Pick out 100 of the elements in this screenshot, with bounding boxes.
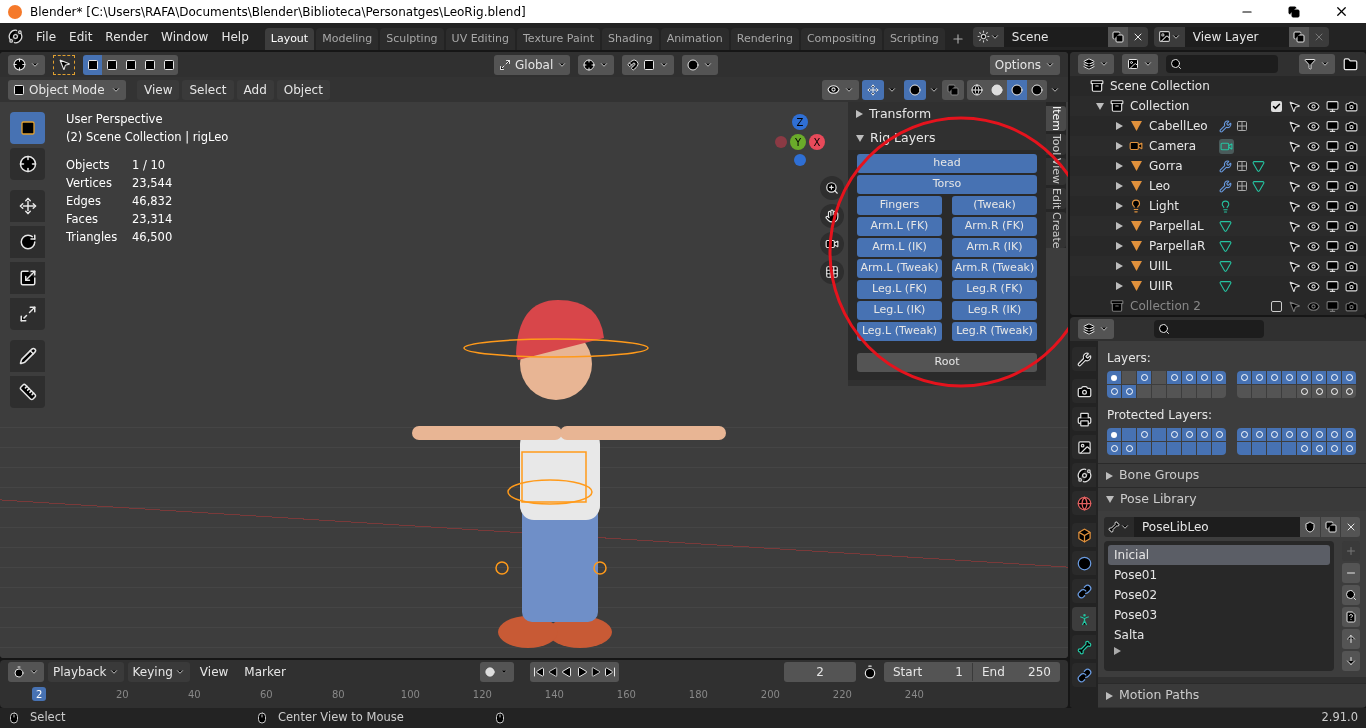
section-label: Layers: [1107, 350, 1152, 367]
rig-layer-button[interactable]: Arm.L (Tweak) [857, 259, 942, 278]
rig-layer-button[interactable]: Fingers [857, 196, 942, 215]
rig-layer-button[interactable]: Arm.R (Tweak) [952, 259, 1037, 278]
rig-layer-button[interactable]: Leg.L (FK) [857, 280, 942, 299]
x-axis-handle[interactable]: X [809, 134, 825, 150]
frame-number: 240 [903, 687, 925, 702]
rig-layer-button[interactable]: Arm.L (IK) [857, 238, 942, 257]
mode-dropdown[interactable]: Object Mode [8, 79, 126, 100]
rig-layer-button[interactable]: Arm.R (FK) [952, 217, 1037, 236]
view-name-label: User Perspective [66, 111, 164, 128]
workspace-tab[interactable]: Compositing [800, 28, 882, 50]
stat-value: 23,314 [132, 211, 173, 228]
stat-value: 46,500 [132, 229, 173, 246]
outliner-item[interactable]: UIIL [1149, 257, 1213, 275]
pose-library-name-field[interactable]: PoseLibLeo [1134, 517, 1300, 537]
stat-value: 46,832 [132, 193, 173, 210]
sidebar-tab[interactable]: Create [1046, 211, 1066, 249]
outliner-item[interactable]: Collection 2 [1130, 297, 1265, 315]
section-label: Protected Layers: [1107, 407, 1213, 424]
view-layer-name-field[interactable]: View Layer [1184, 26, 1289, 47]
stat-label: Triangles [66, 229, 119, 246]
viewport-menu-item[interactable]: Add [236, 79, 274, 100]
frame-number: 220 [831, 687, 853, 702]
outliner-item[interactable]: Light [1149, 197, 1213, 215]
rig-layer-button[interactable]: Arm.R (IK) [952, 238, 1037, 257]
pose-list-item[interactable]: Inicial [1108, 545, 1330, 565]
pose-list-item[interactable]: Pose01 [1108, 565, 1330, 585]
timeline-dropdown[interactable]: Playback [48, 662, 124, 682]
pose-list-item[interactable]: Pose02 [1108, 585, 1330, 605]
rig-layer-button[interactable]: Leg.R (IK) [952, 301, 1037, 320]
y-axis-handle[interactable]: Y [790, 134, 806, 150]
timeline-menu-item[interactable]: Marker [238, 663, 292, 681]
outliner-item[interactable]: UIIR [1149, 277, 1213, 295]
viewport-menu-item[interactable]: Object [276, 79, 330, 100]
outliner-item[interactable]: Collection [1130, 97, 1265, 115]
workspace-tab[interactable]: Modeling [316, 28, 379, 50]
rig-layer-button[interactable]: Leg.L (IK) [857, 301, 942, 320]
menu-item[interactable]: File [36, 27, 57, 46]
start-frame-field[interactable]: Start 1 [884, 663, 972, 681]
outliner-item[interactable]: ParpellaR [1149, 237, 1213, 255]
z-axis-handle[interactable]: Z [792, 114, 808, 130]
outliner-item[interactable]: Scene Collection [1110, 77, 1210, 95]
version-label: 2.91.0 [1321, 709, 1358, 727]
playhead-frame-label[interactable]: 2 [32, 687, 47, 701]
frame-number: 140 [543, 687, 565, 702]
sidebar-tab[interactable]: Edit [1046, 187, 1066, 209]
workspace-tab[interactable]: UV Editing [445, 28, 515, 50]
context-label: (2) Scene Collection | rigLeo [66, 129, 230, 146]
rig-layer-button[interactable]: Leg.R (Tweak) [952, 322, 1037, 341]
rig-layer-button[interactable]: Torso [857, 175, 1037, 194]
orientation-dropdown[interactable]: Global [494, 54, 570, 75]
sidebar-tab[interactable]: Item [1046, 106, 1066, 132]
viewport-menu-item[interactable]: Select [182, 79, 234, 100]
frame-number: 100 [399, 687, 421, 702]
stat-value: 1 / 10 [132, 157, 166, 174]
menu-item[interactable]: Window [161, 27, 209, 46]
workspace-tab[interactable]: Layout [264, 28, 315, 50]
rig-layer-button[interactable]: Root [857, 353, 1037, 372]
outliner-item[interactable]: Leo [1149, 177, 1213, 195]
frame-number: 200 [759, 687, 781, 702]
frame-number: 120 [471, 687, 493, 702]
workspace-tab[interactable]: Shading [601, 28, 659, 50]
frame-number: 40 [187, 687, 202, 702]
status-hint: Center View to Mouse [278, 709, 404, 727]
stat-value: 23,544 [132, 175, 173, 192]
pose-list-item[interactable]: Pose03 [1108, 605, 1330, 625]
outliner-item[interactable]: Gorra [1149, 157, 1213, 175]
workspace-tab[interactable]: Animation [660, 28, 729, 50]
menu-item[interactable]: Render [105, 27, 149, 46]
end-frame-field[interactable]: End 250 [972, 663, 1060, 681]
rig-layer-button[interactable]: head [857, 154, 1037, 173]
panel-header[interactable]: Transform [869, 104, 932, 124]
workspace-tab[interactable]: Sculpting [380, 28, 444, 50]
status-hint: Select [30, 709, 66, 727]
stat-label: Vertices [66, 175, 113, 192]
menu-item[interactable]: Help [221, 27, 249, 46]
sidebar-tab[interactable]: Tool [1046, 134, 1066, 156]
current-frame-field[interactable]: 2 [784, 662, 856, 682]
rig-layer-button[interactable]: (Tweak) [952, 196, 1037, 215]
outliner-item[interactable]: CabellLeo [1149, 117, 1213, 135]
timeline-menu-item[interactable]: View [193, 663, 235, 681]
outliner-item[interactable]: ParpellaL [1149, 217, 1213, 235]
timeline-dropdown[interactable]: Keying [127, 662, 190, 682]
frame-number: 180 [687, 687, 709, 702]
outliner-item[interactable]: Camera [1149, 137, 1213, 155]
workspace-tab[interactable]: Rendering [730, 28, 799, 50]
viewport-menu-item[interactable]: View [137, 79, 180, 100]
stat-label: Edges [66, 193, 102, 210]
workspace-tab[interactable]: Texture Paint [517, 28, 600, 50]
workspace-tab[interactable]: Scripting [883, 28, 945, 50]
rig-layer-button[interactable]: Leg.R (FK) [952, 280, 1037, 299]
frame-number: 20 [115, 687, 130, 702]
options-dropdown[interactable]: Options [989, 54, 1060, 75]
rig-layer-button[interactable]: Leg.L (Tweak) [857, 322, 942, 341]
pose-list-item[interactable]: Salta [1108, 625, 1330, 645]
menu-item[interactable]: Edit [69, 27, 93, 46]
rig-layer-button[interactable]: Arm.L (FK) [857, 217, 942, 236]
scene-name-field[interactable]: Scene [1003, 26, 1108, 47]
frame-number: 160 [615, 687, 637, 702]
